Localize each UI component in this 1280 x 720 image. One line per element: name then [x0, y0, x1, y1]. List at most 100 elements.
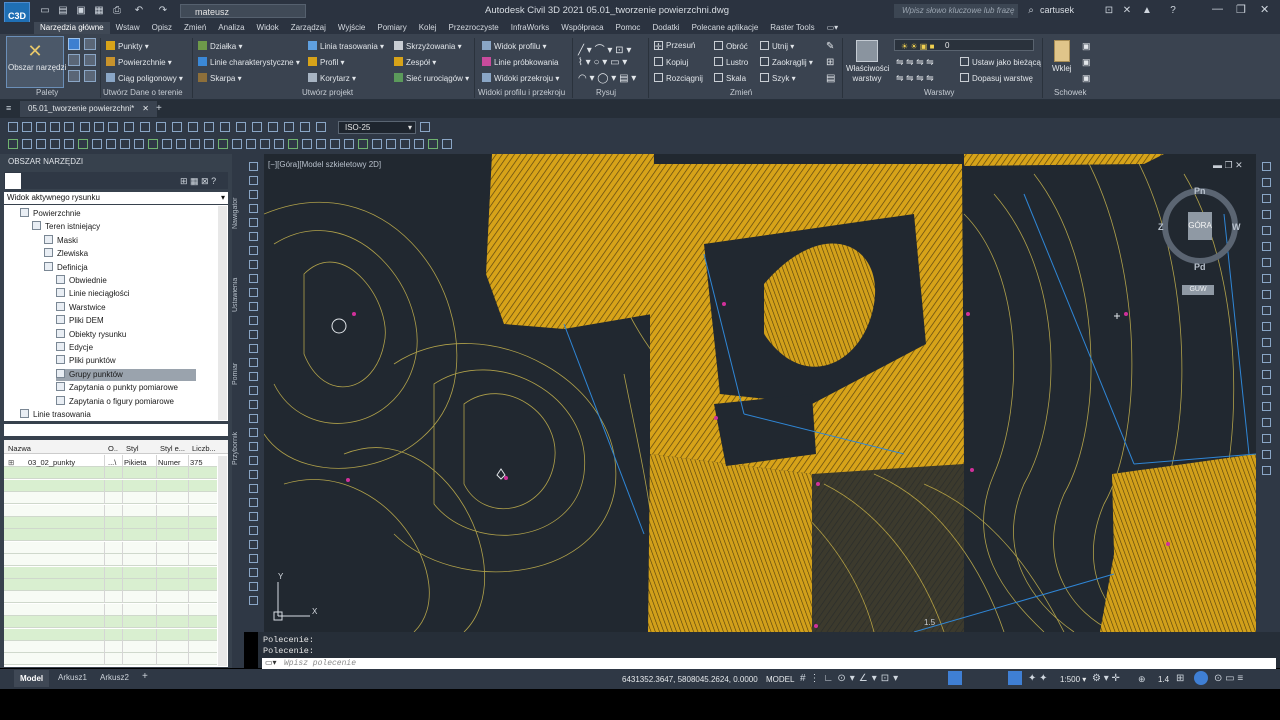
- copy-base-icon[interactable]: ▣: [1082, 73, 1091, 84]
- dimension-tool-icon[interactable]: [420, 122, 430, 132]
- layer-tools-row2[interactable]: ⇋ ⇋ ⇋ ⇋: [896, 73, 934, 84]
- toolspace-view-select[interactable]: Widok aktywnego rysunku ▾: [4, 192, 228, 204]
- modify-tool-icon[interactable]: [260, 139, 270, 149]
- ribbon-tab[interactable]: Pomoc: [610, 22, 647, 34]
- trim-menu[interactable]: Utnij ▾: [760, 41, 794, 51]
- tree-node[interactable]: Obwiednie: [56, 275, 107, 287]
- new-tab-icon[interactable]: +: [156, 103, 162, 114]
- draw-tool-icon[interactable]: [249, 582, 258, 591]
- search-icon[interactable]: ⌕: [1024, 4, 1038, 18]
- table-row[interactable]: [4, 591, 217, 604]
- hardware-acceleration-icon[interactable]: [1194, 671, 1208, 685]
- draw-tool-icon[interactable]: [249, 232, 258, 241]
- move-button[interactable]: ✛ Przesuń: [654, 41, 695, 51]
- nav-tool-icon[interactable]: [1262, 434, 1271, 443]
- table-row[interactable]: [4, 517, 217, 529]
- nav-tool-icon[interactable]: [1262, 178, 1271, 187]
- copy-clip-icon[interactable]: ▣: [1082, 57, 1091, 68]
- modify-tool-icon[interactable]: [246, 139, 256, 149]
- modify-tool-icon[interactable]: [8, 139, 18, 149]
- erase-icon[interactable]: ✎: [826, 41, 834, 52]
- dimension-tool-icon[interactable]: [220, 122, 230, 132]
- nav-tool-icon[interactable]: [1262, 450, 1271, 459]
- viewport-controls-label[interactable]: [−][Góra][Model szkieletowy 2D]: [268, 160, 381, 169]
- tab-survey[interactable]: Pomiar: [232, 356, 244, 392]
- modify-tool-icon[interactable]: [316, 139, 326, 149]
- draw-tool-icon[interactable]: [249, 358, 258, 367]
- nav-tool-icon[interactable]: [1262, 274, 1271, 283]
- alignment-menu[interactable]: Linia trasowania ▾: [308, 41, 384, 51]
- panel-label-clipboard[interactable]: Schowek: [1054, 88, 1086, 97]
- tree-node[interactable]: Powierzchnie: [20, 208, 81, 220]
- column-header-count[interactable]: Liczb...: [192, 444, 216, 453]
- modify-tool-icon[interactable]: [232, 139, 242, 149]
- table-scrollbar[interactable]: [218, 456, 227, 666]
- tab-toolbox[interactable]: Przybornik: [232, 424, 244, 472]
- column-header-style[interactable]: Styl: [126, 444, 139, 453]
- dimension-tool-icon[interactable]: [108, 122, 118, 132]
- nav-tool-icon[interactable]: [1262, 306, 1271, 315]
- traverse-menu[interactable]: Ciąg poligonowy ▾: [106, 73, 183, 83]
- layout-tab-sheet1[interactable]: Arkusz1: [58, 673, 87, 682]
- draw-tool-icon[interactable]: [249, 442, 258, 451]
- panel-label-modify[interactable]: Zmień: [730, 88, 752, 97]
- modify-tool-icon[interactable]: [148, 139, 158, 149]
- table-row[interactable]: [4, 492, 217, 505]
- table-cell[interactable]: ...\: [108, 458, 116, 467]
- draw-tool-icon[interactable]: [249, 512, 258, 521]
- dimension-tool-icon[interactable]: [8, 122, 18, 132]
- circle-icon[interactable]: ⌇ ▾ ○ ▾ ▭ ▾: [578, 57, 627, 68]
- annotative-scale-value[interactable]: 1.4: [1158, 675, 1169, 684]
- draw-tool-icon[interactable]: [249, 190, 258, 199]
- tree-node[interactable]: Grupy punktów: [56, 368, 196, 381]
- tab-settings[interactable]: Ustawienia: [232, 272, 244, 318]
- undo-icon[interactable]: ↶: [132, 4, 146, 18]
- tree-node[interactable]: Linie trasowania: [20, 409, 91, 421]
- dimension-tool-icon[interactable]: [140, 122, 150, 132]
- viewcube-south[interactable]: Pd: [1194, 262, 1206, 272]
- draw-tool-icon[interactable]: [249, 498, 258, 507]
- draw-tool-icon[interactable]: [249, 554, 258, 563]
- copy-button[interactable]: Kopiuj: [654, 57, 688, 67]
- panel-label-profile[interactable]: Widoki profilu i przekroju: [478, 88, 565, 97]
- table-cell[interactable]: 375: [190, 458, 203, 467]
- pipe-network-menu[interactable]: Sieć rurociągów ▾: [394, 73, 469, 83]
- command-options-icon[interactable]: ▭▾: [265, 658, 277, 667]
- clean-screen-icon[interactable]: ⊙ ▭ ≡: [1214, 673, 1243, 684]
- a360-icon[interactable]: ▲: [1140, 4, 1154, 18]
- annotation-icons[interactable]: ✦ ✦: [1028, 673, 1048, 684]
- modify-tool-icon[interactable]: [22, 139, 32, 149]
- tree-node[interactable]: Obiekty rysunku: [56, 328, 126, 341]
- draw-tool-icon[interactable]: [249, 372, 258, 381]
- nav-tool-icon[interactable]: [1262, 162, 1271, 171]
- workspace-select[interactable]: mateusz: [180, 4, 306, 18]
- dimension-tool-icon[interactable]: [300, 122, 310, 132]
- ribbon-tab[interactable]: Wstaw: [110, 22, 146, 34]
- panel-label-layers[interactable]: Warstwy: [924, 88, 954, 97]
- close-icon[interactable]: ✕: [1260, 3, 1269, 16]
- tree-scrollbar[interactable]: [218, 206, 227, 420]
- table-row[interactable]: [4, 566, 217, 579]
- drawing-viewport[interactable]: [264, 154, 1256, 632]
- tab-navigator[interactable]: Nawigator: [232, 190, 244, 236]
- table-cell[interactable]: 03_02_punkty: [28, 458, 75, 467]
- explode-icon[interactable]: ⊞: [826, 57, 834, 68]
- points-menu[interactable]: Punkty ▾: [106, 41, 149, 51]
- viewcube-west[interactable]: Z: [1158, 222, 1164, 232]
- tree-node[interactable]: Zapytania o figury pomiarowe: [56, 395, 174, 408]
- stretch-button[interactable]: Rozciągnij: [654, 73, 703, 83]
- tree-node[interactable]: Maski: [44, 234, 78, 247]
- nav-tool-icon[interactable]: [1262, 354, 1271, 363]
- modify-tool-icon[interactable]: [330, 139, 340, 149]
- layout-tab-model[interactable]: Model: [14, 670, 50, 687]
- ribbon-tab[interactable]: Zmień: [178, 22, 212, 34]
- ribbon-tab[interactable]: InfraWorks: [505, 22, 556, 34]
- tree-node[interactable]: Teren istniejący: [32, 221, 100, 233]
- tree-node[interactable]: Pliki punktów: [56, 355, 116, 367]
- table-row[interactable]: [4, 653, 217, 666]
- column-header-name[interactable]: Nazwa: [8, 444, 31, 453]
- modify-tool-icon[interactable]: [106, 139, 116, 149]
- match-layer-button[interactable]: Dopasuj warstwę: [960, 73, 1033, 83]
- start-tab-icon[interactable]: ≡: [6, 103, 11, 113]
- isolate-icon[interactable]: ⊞: [1176, 673, 1184, 684]
